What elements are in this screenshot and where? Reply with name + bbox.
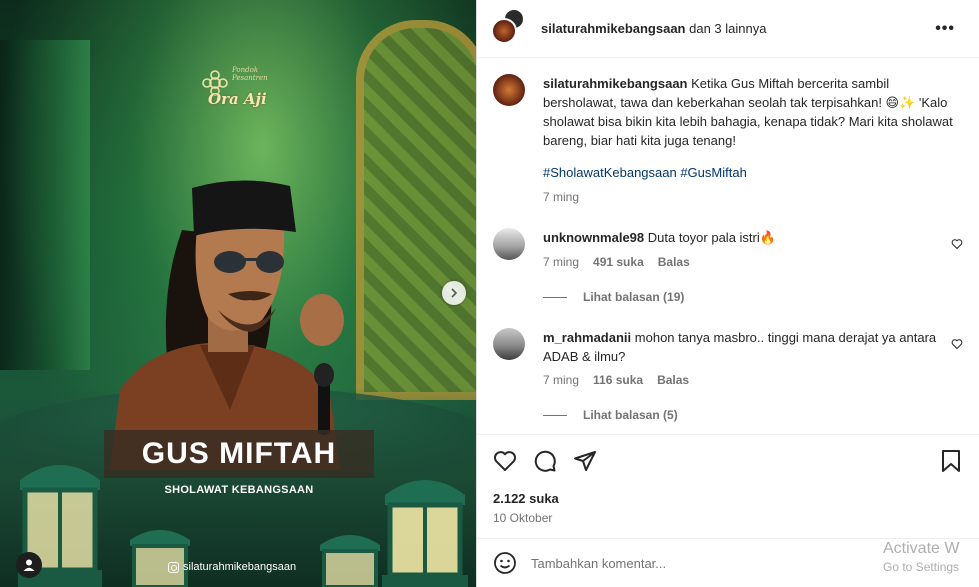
view-replies-button[interactable]: Lihat balasan (19) bbox=[543, 290, 684, 304]
comment-avatar[interactable] bbox=[493, 328, 525, 360]
caption-hashtags[interactable]: #SholawatKebangsaan #GusMiftah bbox=[543, 163, 953, 182]
speaker-figure bbox=[110, 180, 344, 470]
replies-line bbox=[543, 414, 567, 416]
watermark-line2: Go to Settings bbox=[883, 560, 960, 574]
media-title: GUS MIFTAH bbox=[141, 437, 337, 470]
comment-meta: 7 ming 116 suka Balas bbox=[543, 373, 689, 387]
caption: silaturahmikebangsaan Ketika Gus Miftah … bbox=[493, 74, 963, 206]
emoji-icon[interactable] bbox=[493, 551, 517, 575]
caption-username[interactable]: silaturahmikebangsaan bbox=[543, 76, 688, 91]
pesantren-logo: Pondok Pesantren Ora Aji bbox=[200, 64, 290, 120]
share-icon[interactable] bbox=[573, 449, 597, 473]
logo-top-text: Pondok Pesantren bbox=[232, 66, 268, 82]
lantern-decoration-small-left bbox=[130, 530, 190, 587]
logo-name: Ora Aji bbox=[208, 90, 267, 108]
replies-line bbox=[543, 296, 567, 298]
more-icon[interactable]: ••• bbox=[935, 20, 955, 38]
comment: unknownmale98 Duta toyor pala istri🔥 7 m… bbox=[493, 228, 963, 308]
action-icons bbox=[493, 449, 597, 473]
comment-time[interactable]: 7 ming bbox=[543, 373, 579, 387]
comment-reply-button[interactable]: Balas bbox=[657, 373, 689, 387]
comment-body: Duta toyor pala istri🔥 bbox=[647, 230, 776, 245]
heart-icon[interactable] bbox=[493, 449, 517, 473]
authors-rest[interactable]: dan 3 lainnya bbox=[689, 21, 766, 36]
post-actions: 2.122 suka 10 Oktober bbox=[477, 434, 979, 552]
comment-likes[interactable]: 491 suka bbox=[593, 255, 644, 269]
comment-username[interactable]: m_rahmadanii bbox=[543, 330, 631, 345]
post-authors: silaturahmikebangsaan dan 3 lainnya bbox=[541, 21, 766, 36]
caption-time[interactable]: 7 ming bbox=[543, 190, 579, 204]
caption-avatar[interactable] bbox=[493, 74, 525, 106]
comment-reply-button[interactable]: Balas bbox=[658, 255, 690, 269]
comment-like-heart-icon[interactable] bbox=[951, 238, 963, 250]
collab-avatars[interactable] bbox=[491, 7, 527, 46]
bookmark-icon[interactable] bbox=[940, 449, 962, 473]
next-media-button[interactable] bbox=[442, 281, 466, 305]
comment-icon[interactable] bbox=[533, 449, 557, 473]
watermark-line1: Activate W bbox=[883, 540, 960, 557]
chevron-right-icon bbox=[451, 288, 458, 298]
author-username[interactable]: silaturahmikebangsaan bbox=[541, 21, 686, 36]
comment-meta: 7 ming 491 suka Balas bbox=[543, 255, 690, 269]
lantern-decoration-small-right bbox=[320, 535, 380, 587]
post-date[interactable]: 10 Oktober bbox=[493, 511, 552, 525]
media-title-box: GUS MIFTAH bbox=[104, 430, 374, 478]
collab-avatar-1 bbox=[491, 17, 517, 44]
user-icon bbox=[23, 559, 35, 571]
instagram-icon bbox=[168, 561, 179, 573]
comment: m_rahmadanii mohon tanya masbro.. tinggi… bbox=[493, 328, 963, 422]
comment-like-heart-icon[interactable] bbox=[951, 338, 963, 350]
post-details-panel: silaturahmikebangsaan dan 3 lainnya ••• … bbox=[476, 0, 979, 587]
caption-text: silaturahmikebangsaan Ketika Gus Miftah … bbox=[543, 74, 953, 150]
comment-input[interactable]: Tambahkan komentar... bbox=[531, 556, 666, 571]
view-replies-label: Lihat balasan (5) bbox=[583, 408, 678, 422]
view-replies-button[interactable]: Lihat balasan (5) bbox=[543, 408, 678, 422]
comments-section: silaturahmikebangsaan Ketika Gus Miftah … bbox=[477, 58, 979, 434]
post-media: Pondok Pesantren Ora Aji GUS MIFTAH SHOL… bbox=[0, 0, 476, 587]
view-replies-label: Lihat balasan (19) bbox=[583, 290, 685, 304]
likes-count[interactable]: 2.122 suka bbox=[493, 491, 559, 506]
comment-time[interactable]: 7 ming bbox=[543, 255, 579, 269]
background-arch bbox=[356, 20, 476, 400]
media-handle: silaturahmikebangsaan bbox=[168, 561, 296, 573]
comment-username[interactable]: unknownmale98 bbox=[543, 230, 644, 245]
windows-activation-watermark: Activate W Go to Settings bbox=[883, 540, 979, 574]
media-subtitle: SHOLAWAT KEBANGSAAN bbox=[164, 484, 314, 496]
comment-avatar[interactable] bbox=[493, 228, 525, 260]
post-header: silaturahmikebangsaan dan 3 lainnya ••• bbox=[477, 0, 979, 58]
comment-text: m_rahmadanii mohon tanya masbro.. tinggi… bbox=[543, 328, 953, 366]
media-handle-text: silaturahmikebangsaan bbox=[183, 561, 297, 573]
comment-likes[interactable]: 116 suka bbox=[593, 373, 643, 387]
comment-text: unknownmale98 Duta toyor pala istri🔥 bbox=[543, 228, 953, 247]
tagged-users-button[interactable] bbox=[16, 552, 42, 578]
caption-meta: 7 ming bbox=[543, 190, 579, 204]
